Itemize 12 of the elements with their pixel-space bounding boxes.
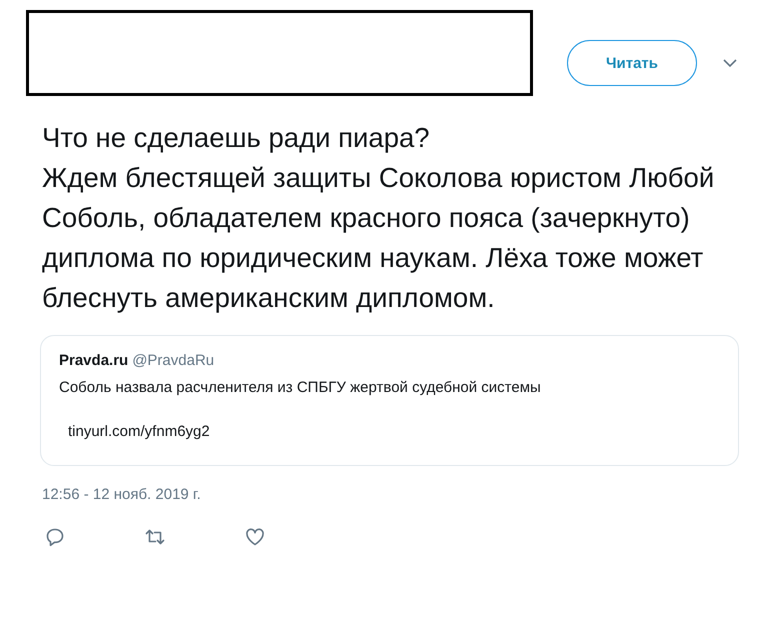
timestamp: 12:56 - 12 нояб. 2019 г. bbox=[42, 486, 202, 503]
quoted-text: Соболь назвала расчленителя из СПБГУ жертвой судебной системы bbox=[59, 379, 542, 396]
reply-icon[interactable] bbox=[45, 527, 65, 547]
author-handle: @PravdaRu bbox=[132, 352, 214, 369]
chevron-icon[interactable] bbox=[723, 58, 737, 68]
tweet-text: Что не сделаешь ради пиара? Ждем блестящей защиты Соколова юристом Любой Соболь, обладателем красного пояса (зачеркнуто) диплома по юридическим наукам. Лёха тоже может блеснуть американским дипломом. bbox=[42, 121, 716, 315]
quoted-tweet-card[interactable]: Pravda.ru @PravdaRu Соболь назвала расчленителя из СПБГУ жертвой судебной системы tinyurl.com/yfnm6yg2 bbox=[40, 335, 739, 466]
author-name: Pravda.ru bbox=[59, 352, 128, 369]
retweet-icon[interactable] bbox=[145, 527, 165, 547]
link[interactable]: tinyurl.com/yfnm6yg2 bbox=[68, 423, 210, 440]
follow-button[interactable]: Читать bbox=[567, 40, 697, 86]
heart-icon[interactable] bbox=[245, 527, 265, 547]
